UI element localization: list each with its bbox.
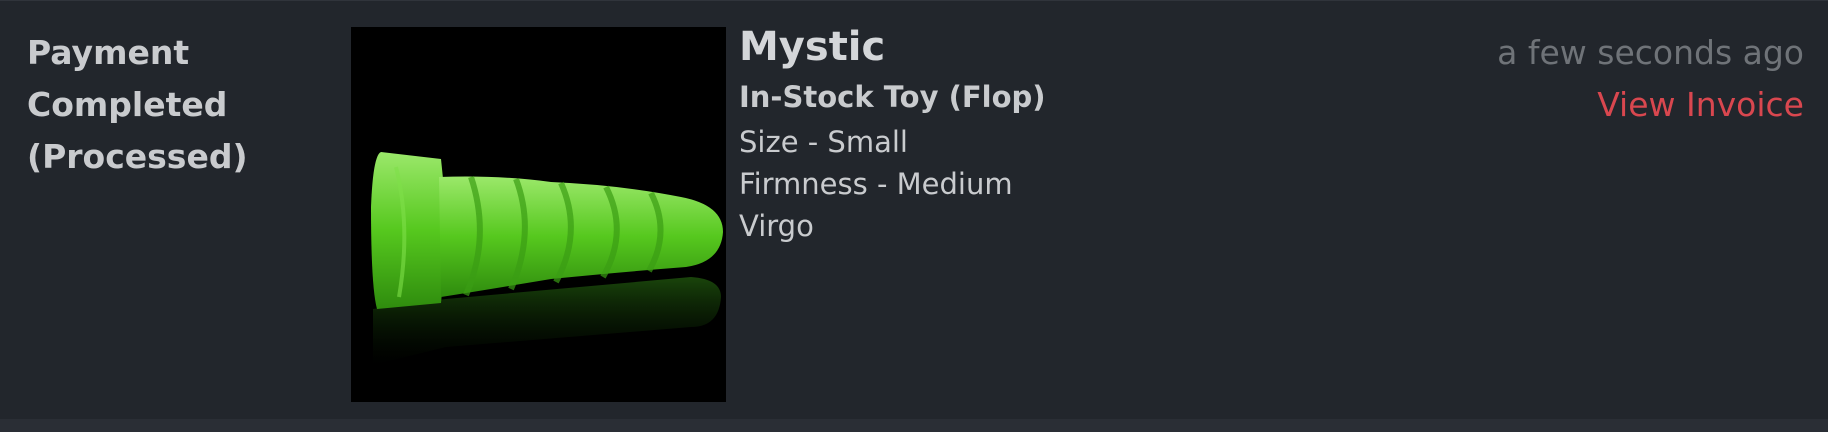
product-image[interactable] [351,27,726,402]
order-card: Payment Completed (Processed) Mystic In-… [0,0,1828,419]
order-timestamp: a few seconds ago [1497,33,1804,72]
order-meta: a few seconds ago View Invoice [1497,27,1804,131]
product-type: In-Stock Toy (Flop) [739,80,1046,114]
product-photo-icon [371,152,723,365]
view-invoice-link[interactable]: View Invoice [1597,79,1804,131]
product-info: Mystic In-Stock Toy (Flop) Size - Small … [739,21,1046,247]
product-option-firmness: Firmness - Medium [739,167,1013,201]
order-status: Payment Completed (Processed) [27,33,248,176]
product-name: Mystic [739,24,886,70]
product-option-style: Virgo [739,209,814,243]
product-option-size: Size - Small [739,125,908,159]
